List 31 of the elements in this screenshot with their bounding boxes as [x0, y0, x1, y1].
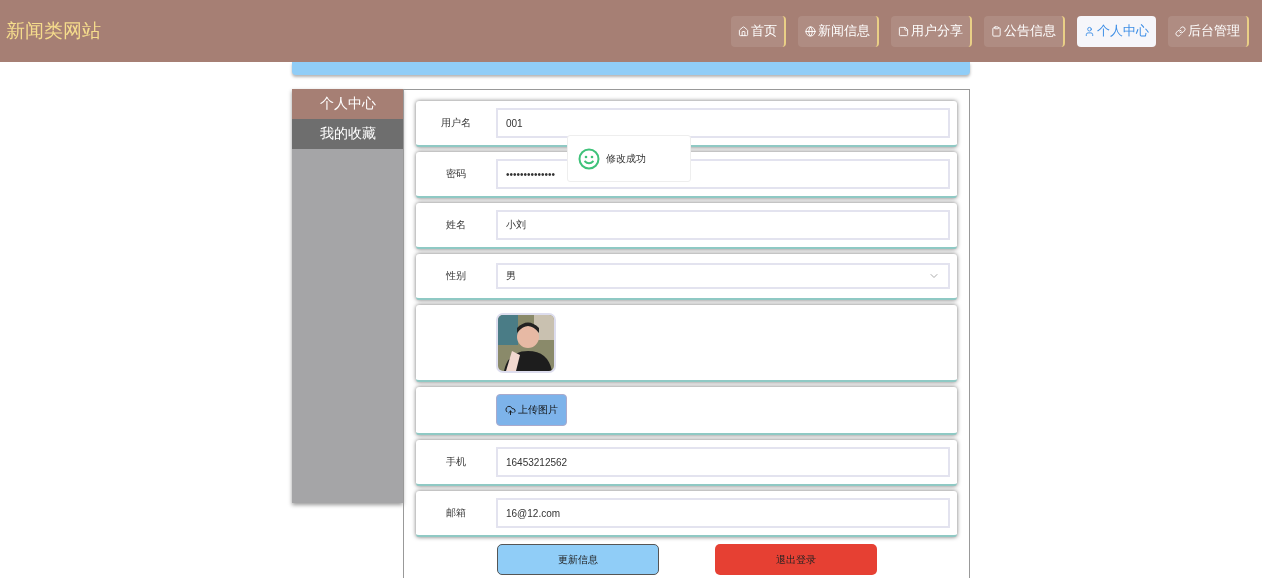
text-field[interactable]: 小刘 — [496, 210, 950, 240]
nav-tab[interactable]: 用户分享 — [891, 15, 972, 47]
sidebar-item[interactable]: 我的收藏 — [292, 119, 403, 149]
nav-tab[interactable]: 公告信息 — [984, 15, 1065, 47]
user-icon — [1084, 25, 1095, 37]
update-button[interactable]: 更新信息 — [496, 544, 659, 575]
clipboard-icon — [991, 25, 1002, 37]
field-label: 密码 — [445, 167, 467, 181]
text-field[interactable]: 16@12.com — [496, 498, 950, 528]
site-title: 新闻类网站 — [6, 18, 101, 43]
nav-tab[interactable]: 新闻信息 — [798, 15, 879, 47]
field-label: 性别 — [445, 269, 467, 283]
link-icon — [1175, 25, 1186, 37]
smile-icon — [578, 147, 600, 170]
nav-tab[interactable]: 后台管理 — [1168, 15, 1249, 47]
text-field[interactable]: 001 — [496, 108, 950, 138]
note-icon — [898, 25, 909, 37]
field-label: 用户名 — [440, 116, 472, 130]
globe-icon — [805, 25, 816, 37]
cloud-upload-icon — [505, 404, 516, 416]
house-icon — [738, 25, 749, 37]
upload-button[interactable]: 上传图片 — [496, 394, 567, 426]
select-field[interactable]: 男 — [496, 263, 950, 289]
logout-button[interactable]: 退出登录 — [714, 544, 877, 575]
field-label: 邮箱 — [445, 506, 467, 520]
field-label: 手机 — [445, 455, 467, 469]
sidebar-item[interactable]: 个人中心 — [292, 89, 403, 119]
nav-tab[interactable]: 个人中心 — [1077, 15, 1156, 47]
text-field[interactable]: 16453212562 — [496, 447, 950, 477]
field-label: 姓名 — [445, 218, 467, 232]
nav-tab[interactable]: 首页 — [731, 15, 786, 47]
